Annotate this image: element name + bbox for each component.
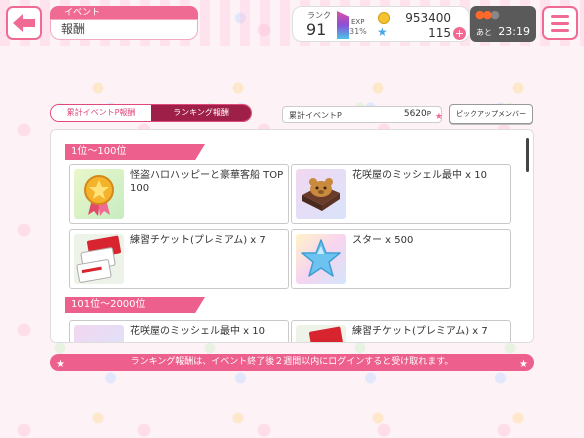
reward-tabs: 累計イベントP報酬 ランキング報酬 xyxy=(50,104,252,122)
reward-name: 花咲屋のミッシェル最中 x 10 xyxy=(130,326,265,337)
star-count: 115 xyxy=(428,26,451,40)
star-icon: ★ xyxy=(434,112,443,122)
boost-timer: 23:19 xyxy=(498,25,530,38)
tab-ranking[interactable]: ランキング報酬 xyxy=(151,105,251,121)
reward-name: 練習チケット(プレミアム) x 7 xyxy=(130,235,266,246)
event-points-label: 累計イベントP xyxy=(289,111,342,120)
exp-gauge-icon xyxy=(337,11,349,39)
michelle-monaka-icon xyxy=(296,169,346,219)
exp-label: EXP xyxy=(351,18,365,26)
exp-percent: 31% xyxy=(349,27,367,36)
reward-name: スター x 500 xyxy=(352,235,414,246)
practice-ticket-icon xyxy=(296,325,346,342)
reward-card: スター x 500 xyxy=(291,229,511,289)
tab-cumulative-points[interactable]: 累計イベントP報酬 xyxy=(51,105,151,121)
reward-card: 練習チケット(プレミアム) x 7 xyxy=(69,229,289,289)
pickup-members-button[interactable]: ピックアップメンバー xyxy=(449,104,533,124)
category-tag: イベント xyxy=(50,6,198,20)
star-icon: ★ xyxy=(56,359,65,370)
reward-card: 花咲屋のミッシェル最中 x 10 xyxy=(69,320,289,342)
page-title: 報酬 xyxy=(50,19,198,40)
buy-stars-button[interactable]: + xyxy=(453,27,466,40)
notice-banner: ★ ランキング報酬は、イベント終了後２週間以内にログインすると受け取れます。 ★ xyxy=(50,354,534,371)
screen-title-box: イベント 報酬 xyxy=(50,6,198,40)
star-item-icon xyxy=(296,234,346,284)
reward-list-panel[interactable]: 1位〜100位 怪盗ハロハッピーと豪華客船 TOP100 花咲屋のミッシェル最中… xyxy=(50,129,534,343)
event-points-box: 累計イベントP 5620P ★ xyxy=(282,106,443,123)
flame-icon: ● xyxy=(490,8,500,21)
back-button[interactable] xyxy=(6,6,42,40)
reward-card: 怪盗ハロハッピーと豪華客船 TOP100 xyxy=(69,164,289,224)
coin-icon xyxy=(378,12,390,24)
rank-value: 91 xyxy=(306,20,327,39)
section-header: 101位〜2000位 xyxy=(65,297,205,313)
practice-ticket-icon xyxy=(74,234,124,284)
medal-icon xyxy=(74,169,124,219)
section-header: 1位〜100位 xyxy=(65,144,205,160)
menu-icon xyxy=(551,14,569,18)
flame-icon: ● xyxy=(475,8,485,21)
michelle-monaka-icon xyxy=(74,325,124,342)
star-icon: ★ xyxy=(519,359,528,370)
arrow-left-icon xyxy=(13,14,35,32)
reward-card: 練習チケット(プレミアム) x 7 xyxy=(291,320,511,342)
reward-name: 怪盗ハロハッピーと豪華客船 TOP100 xyxy=(130,170,284,194)
reward-card: 花咲屋のミッシェル最中 x 10 xyxy=(291,164,511,224)
live-boost-panel[interactable]: ●●● あと 23:19 xyxy=(470,6,536,42)
menu-button[interactable] xyxy=(542,6,578,40)
star-currency-icon: ★ xyxy=(377,25,388,39)
reward-name: 花咲屋のミッシェル最中 x 10 xyxy=(352,170,487,181)
event-points-value: 5620P xyxy=(403,109,431,119)
coin-count: 953400 xyxy=(405,11,451,25)
live-boost-flames: ●●● xyxy=(475,8,500,21)
scrollbar[interactable] xyxy=(526,138,529,172)
boost-remaining-label: あと xyxy=(476,28,492,37)
player-status-panel: ランク 91 EXP 31% 953400 ★ 115 + xyxy=(292,6,470,42)
reward-name: 練習チケット(プレミアム) x 7 xyxy=(352,326,488,337)
notice-text: ランキング報酬は、イベント終了後２週間以内にログインすると受け取れます。 xyxy=(130,357,454,367)
